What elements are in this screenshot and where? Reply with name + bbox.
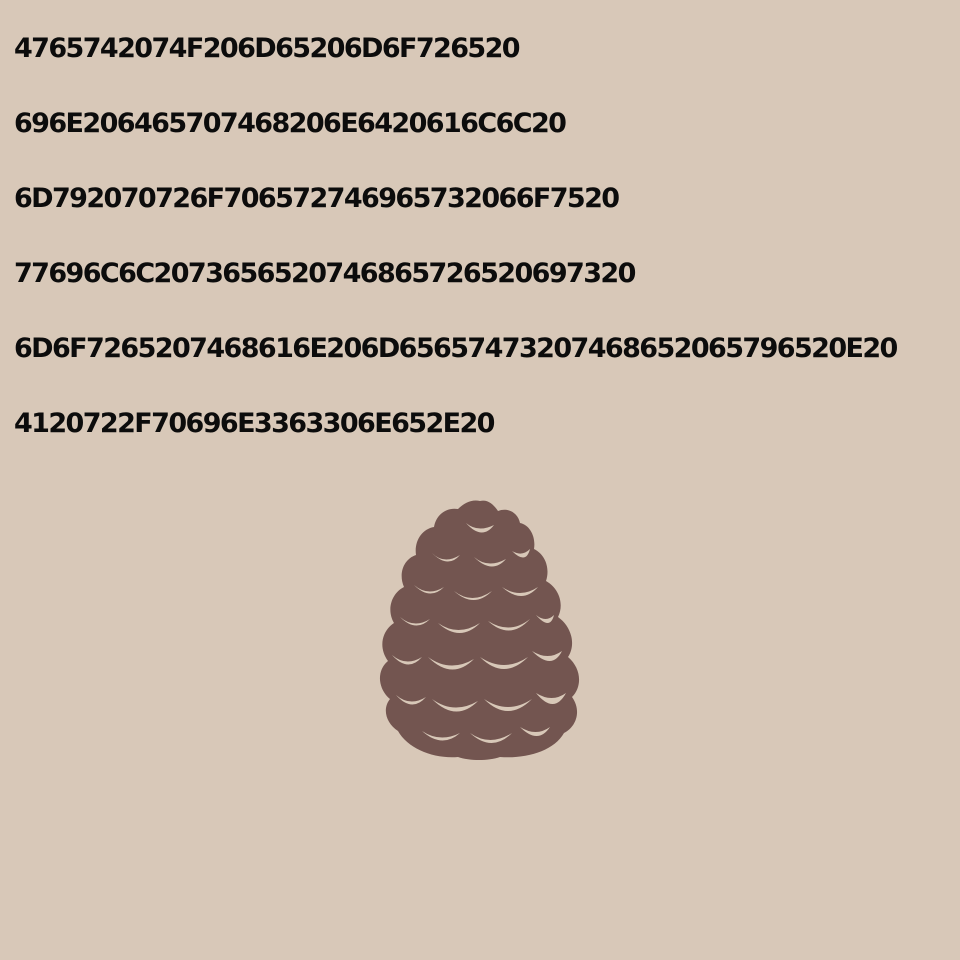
pinecone-body — [379, 500, 580, 760]
hex-text-block: 4765742074F206D65206D6F726520 696E206465… — [14, 30, 946, 480]
hex-line-5: 6D6F7265207468616E206D656574732074686520… — [14, 333, 898, 364]
hex-line-3: 6D792070726F706572746965732066F7520 — [14, 183, 620, 214]
hex-line-1: 4765742074F206D65206D6F726520 — [14, 33, 521, 64]
hex-line-4: 77696C6C2073656520746865726520697320 — [14, 258, 636, 289]
hex-line-6: 4120722F70696E3363306E652E20 — [14, 408, 495, 439]
pinecone-icon — [379, 500, 580, 760]
hex-line-2: 696E206465707468206E6420616C6C20 — [14, 108, 567, 139]
